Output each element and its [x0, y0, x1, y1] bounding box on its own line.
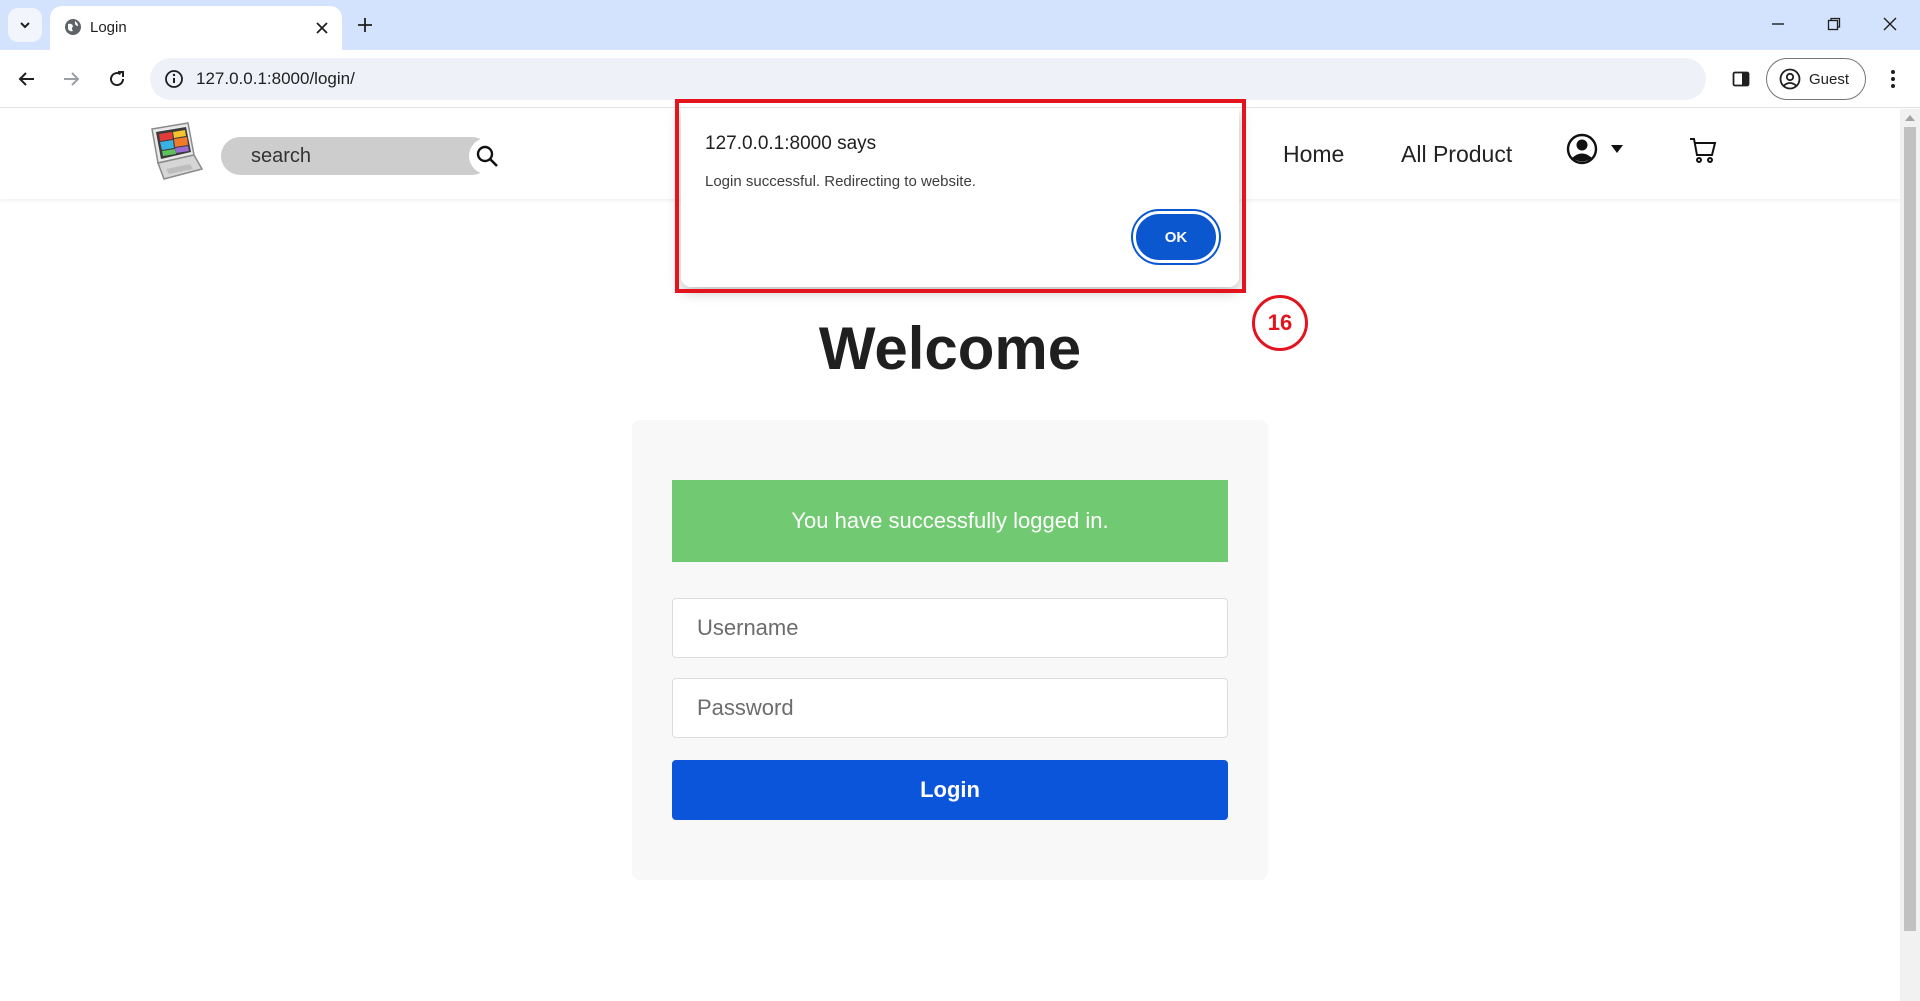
profile-button[interactable]: Guest: [1766, 58, 1866, 100]
tab-search-button[interactable]: [8, 8, 42, 42]
minimize-icon: [1772, 23, 1784, 25]
close-icon: [1883, 17, 1897, 31]
login-button[interactable]: Login: [672, 760, 1228, 820]
search-icon: [476, 145, 498, 167]
plus-icon: [358, 18, 372, 32]
reload-button[interactable]: [100, 62, 134, 96]
minimize-button[interactable]: [1750, 0, 1806, 48]
password-field[interactable]: [672, 678, 1228, 738]
new-tab-button[interactable]: [352, 12, 378, 38]
tab-close-button[interactable]: [312, 18, 332, 38]
arrow-left-icon: [18, 72, 34, 86]
chevron-down-icon: [20, 22, 30, 29]
cart-button[interactable]: [1688, 135, 1718, 165]
success-alert: You have successfully logged in.: [672, 480, 1228, 562]
side-panel-icon: [1732, 71, 1750, 87]
close-icon: [316, 22, 328, 34]
caret-down-icon: [1611, 145, 1623, 153]
close-window-button[interactable]: [1862, 0, 1918, 48]
page-viewport: Home All Product Welcome You have succes…: [0, 109, 1920, 1001]
more-vert-icon: [1891, 70, 1895, 88]
dialog-title: 127.0.0.1:8000 says: [705, 133, 877, 154]
page-title: Welcome: [818, 315, 1082, 382]
cart-icon: [1690, 138, 1717, 163]
url-text: 127.0.0.1:8000/login/: [196, 69, 355, 88]
page-scrollbar[interactable]: [1900, 109, 1920, 1001]
alert-dialog: 127.0.0.1:8000 says Login successful. Re…: [681, 109, 1239, 287]
forward-button[interactable]: [54, 62, 88, 96]
nav-all-product-link[interactable]: All Product: [1401, 141, 1512, 168]
laptop-logo-icon: [151, 122, 204, 180]
side-panel-button[interactable]: [1724, 62, 1758, 96]
nav-home-link[interactable]: Home: [1283, 141, 1344, 168]
site-info-icon[interactable]: [164, 69, 184, 89]
dialog-message: Login successful. Redirecting to website…: [705, 173, 976, 190]
globe-icon: [64, 18, 82, 36]
login-card: You have successfully logged in. Login: [632, 420, 1268, 880]
reload-icon: [110, 71, 125, 87]
browser-toolbar: 127.0.0.1:8000/login/ Guest: [0, 50, 1920, 108]
restore-button[interactable]: [1806, 0, 1862, 48]
username-field[interactable]: [672, 598, 1228, 658]
back-button[interactable]: [10, 62, 44, 96]
search-bar: [221, 137, 505, 175]
tab-strip: Login: [0, 0, 1920, 50]
search-button[interactable]: [469, 138, 505, 174]
account-circle-icon: [1779, 68, 1801, 90]
annotation-step-badge: 16: [1252, 295, 1308, 351]
scroll-up-arrow-icon[interactable]: [1904, 113, 1916, 123]
browser-menu-button[interactable]: [1876, 62, 1910, 96]
address-bar[interactable]: 127.0.0.1:8000/login/: [150, 58, 1706, 100]
dialog-ok-button[interactable]: OK: [1133, 211, 1219, 263]
account-dropdown[interactable]: [1566, 133, 1624, 165]
restore-icon: [1827, 17, 1841, 31]
scrollbar-thumb[interactable]: [1904, 127, 1916, 931]
tab-login[interactable]: Login: [50, 6, 342, 50]
arrow-right-icon: [64, 72, 80, 86]
search-input[interactable]: [221, 137, 491, 175]
tab-title: Login: [90, 19, 127, 36]
site-logo[interactable]: [146, 121, 206, 185]
profile-label: Guest: [1809, 70, 1850, 88]
user-circle-icon: [1566, 133, 1598, 165]
